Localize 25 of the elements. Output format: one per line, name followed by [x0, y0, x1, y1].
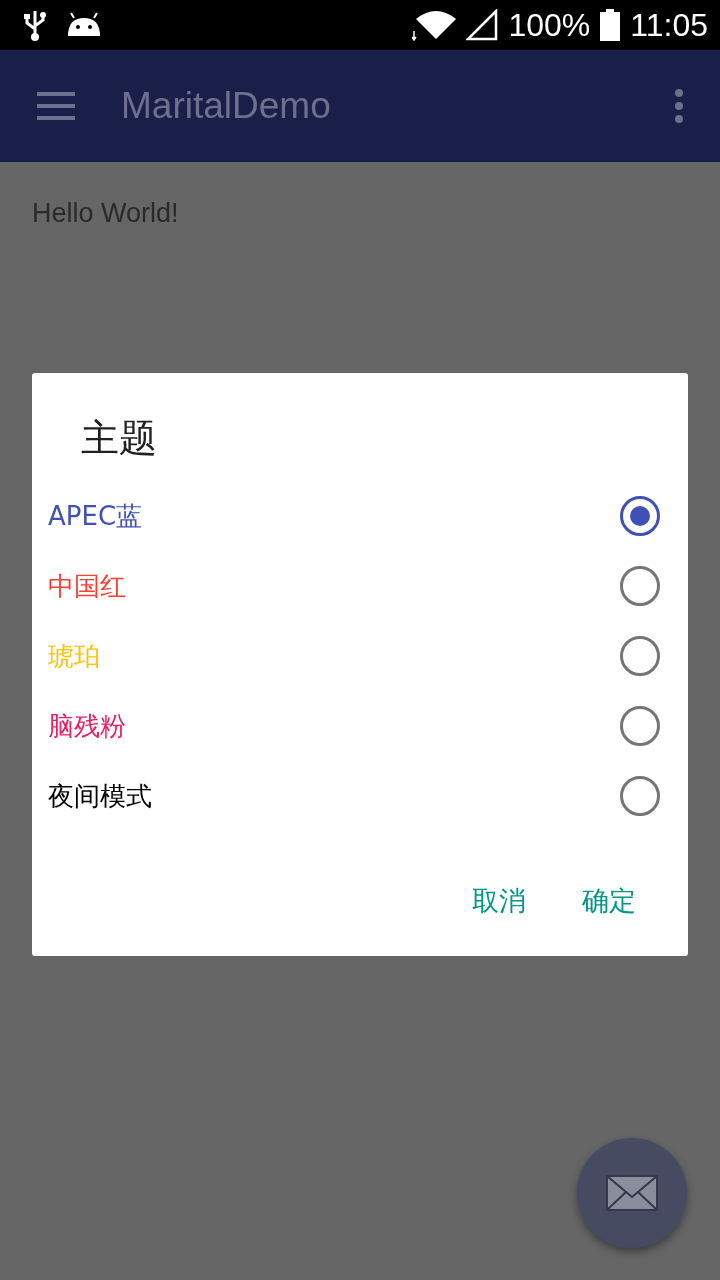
- battery-percentage: 100%: [508, 6, 591, 44]
- theme-option[interactable]: 脑残粉: [32, 691, 688, 761]
- usb-icon: [22, 9, 48, 41]
- menu-icon[interactable]: [37, 92, 75, 120]
- radio-button[interactable]: [620, 496, 660, 536]
- clock: 11:05: [630, 6, 708, 44]
- more-options-icon[interactable]: [674, 89, 684, 123]
- radio-button[interactable]: [620, 706, 660, 746]
- wifi-icon: [412, 9, 457, 41]
- theme-option[interactable]: 中国红: [32, 551, 688, 621]
- mail-button[interactable]: [577, 1138, 687, 1248]
- confirm-button[interactable]: 确定: [564, 871, 654, 931]
- dialog-title: 主题: [81, 415, 157, 462]
- android-icon: [66, 12, 102, 38]
- app-title: MaritalDemo: [121, 85, 331, 127]
- signal-icon: [466, 9, 499, 41]
- radio-button[interactable]: [620, 566, 660, 606]
- radio-button[interactable]: [620, 636, 660, 676]
- theme-option[interactable]: APEC蓝: [32, 481, 688, 551]
- theme-option[interactable]: 夜间模式: [32, 761, 688, 831]
- radio-button[interactable]: [620, 776, 660, 816]
- battery-icon: [600, 9, 621, 41]
- envelope-icon: [606, 1175, 658, 1211]
- greeting-text: Hello World!: [32, 198, 179, 229]
- cancel-button[interactable]: 取消: [454, 871, 544, 931]
